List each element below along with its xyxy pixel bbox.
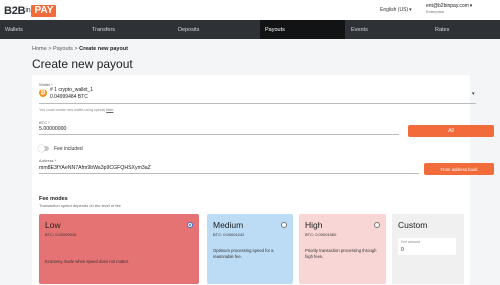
nav-deposits[interactable]: Deposits bbox=[173, 20, 260, 39]
user-menu[interactable]: ent@b2binpay.com▾ Enterprise bbox=[426, 3, 472, 15]
chevron-down-icon[interactable]: ▾ bbox=[472, 91, 475, 97]
address-input[interactable]: mm8E3fYAeNN7Afm9bWa3p9CGFQHSXym3aZ bbox=[39, 165, 151, 171]
custom-fee-label: Fee amount bbox=[401, 240, 420, 244]
logo-pay: PAY bbox=[31, 4, 57, 17]
breadcrumb-sep: > bbox=[74, 46, 78, 52]
fee-mode-name: Medium bbox=[213, 220, 244, 230]
breadcrumb-home[interactable]: Home bbox=[32, 46, 47, 52]
logo-sub: in bbox=[25, 7, 31, 14]
fee-mode-custom[interactable]: Custom Fee amount 0 bbox=[392, 214, 464, 284]
address-underline bbox=[39, 173, 419, 174]
logo[interactable]: B2B in PAY bbox=[4, 4, 57, 17]
user-role: Enterprise bbox=[426, 9, 445, 14]
chevron-down-icon: ▾ bbox=[469, 3, 473, 9]
fee-mode-desc: Priority transaction processing through … bbox=[305, 248, 377, 259]
top-bar: B2B in PAY English (US)▾ ent@b2binpay.co… bbox=[0, 0, 500, 20]
amount-input[interactable]: 5.00000000 bbox=[39, 126, 66, 132]
fee-mode-name: High bbox=[305, 220, 323, 230]
breadcrumb-sep: > bbox=[48, 46, 52, 52]
fee-mode-fee: BTC: 0.00001560 bbox=[305, 232, 337, 237]
breadcrumb: Home > Payouts > Create new payout bbox=[32, 46, 128, 52]
fee-mode-radio[interactable] bbox=[187, 222, 193, 228]
wallet-hint-text: You could create new wallet using specia… bbox=[39, 108, 106, 112]
fee-mode-name: Custom bbox=[398, 220, 428, 230]
language-selector[interactable]: English (US)▾ bbox=[380, 7, 412, 13]
fee-mode-high[interactable]: High BTC: 0.00001560 Priority transactio… bbox=[299, 214, 386, 284]
page-title: Create new payout bbox=[32, 57, 133, 71]
all-button[interactable]: All bbox=[408, 125, 494, 137]
fee-included-label: Fee included bbox=[54, 146, 83, 152]
fee-mode-desc: Economy mode when speed does not matter. bbox=[45, 259, 130, 264]
wallet-underline bbox=[39, 103, 476, 104]
nav-transfers[interactable]: Transfers bbox=[88, 20, 173, 39]
fee-modes-title: Fee modes bbox=[39, 196, 68, 202]
breadcrumb-payouts[interactable]: Payouts bbox=[53, 46, 73, 52]
fee-mode-desc: Optimum processing speed for a reasonabl… bbox=[213, 248, 274, 259]
fee-mode-radio[interactable] bbox=[281, 222, 287, 228]
amount-underline bbox=[39, 134, 399, 135]
address-book-button[interactable]: From address book bbox=[424, 163, 494, 175]
fee-modes-subtitle: Transaction speed depends on the level o… bbox=[39, 203, 121, 208]
wallet-hint-link[interactable]: form bbox=[106, 108, 113, 112]
fee-mode-name: Low bbox=[45, 220, 61, 230]
fee-mode-fee: BTC: 0.00001242 bbox=[213, 232, 245, 237]
custom-fee-value: 0 bbox=[401, 247, 404, 253]
fee-mode-fee: BTC: 0.00000516 bbox=[45, 232, 77, 237]
toggle-knob bbox=[38, 145, 45, 152]
bitcoin-icon: ₿ bbox=[39, 89, 47, 97]
custom-fee-input[interactable]: Fee amount 0 bbox=[398, 238, 456, 255]
wallet-name[interactable]: # 1 crypto_wallet_1 bbox=[50, 87, 93, 93]
main-nav: Wallets Transfers Deposits Payouts Event… bbox=[0, 20, 500, 39]
nav-events[interactable]: Events bbox=[345, 20, 430, 39]
payout-form: Wallet * ₿ # 1 crypto_wallet_1 0.0499948… bbox=[32, 75, 494, 285]
wallet-balance: 0.04999484 BTC bbox=[50, 94, 88, 100]
fee-mode-radio[interactable] bbox=[374, 222, 380, 228]
logo-text: B2B bbox=[4, 4, 26, 17]
wallet-hint: You could create new wallet using specia… bbox=[39, 108, 113, 112]
language-label: English (US) bbox=[380, 7, 409, 13]
nav-wallets[interactable]: Wallets bbox=[0, 20, 88, 39]
breadcrumb-current: Create new payout bbox=[79, 46, 129, 52]
fee-mode-low[interactable]: Low BTC: 0.00000516 Economy mode when sp… bbox=[39, 214, 199, 284]
nav-payouts[interactable]: Payouts bbox=[260, 20, 345, 39]
address-label: Address * bbox=[39, 158, 57, 163]
amount-label: BTC * bbox=[39, 120, 50, 125]
fee-mode-medium[interactable]: Medium BTC: 0.00001242 Optimum processin… bbox=[207, 214, 293, 284]
nav-rates[interactable]: Rates bbox=[430, 20, 500, 39]
fee-included-toggle[interactable] bbox=[38, 145, 49, 152]
chevron-down-icon: ▾ bbox=[409, 7, 412, 13]
